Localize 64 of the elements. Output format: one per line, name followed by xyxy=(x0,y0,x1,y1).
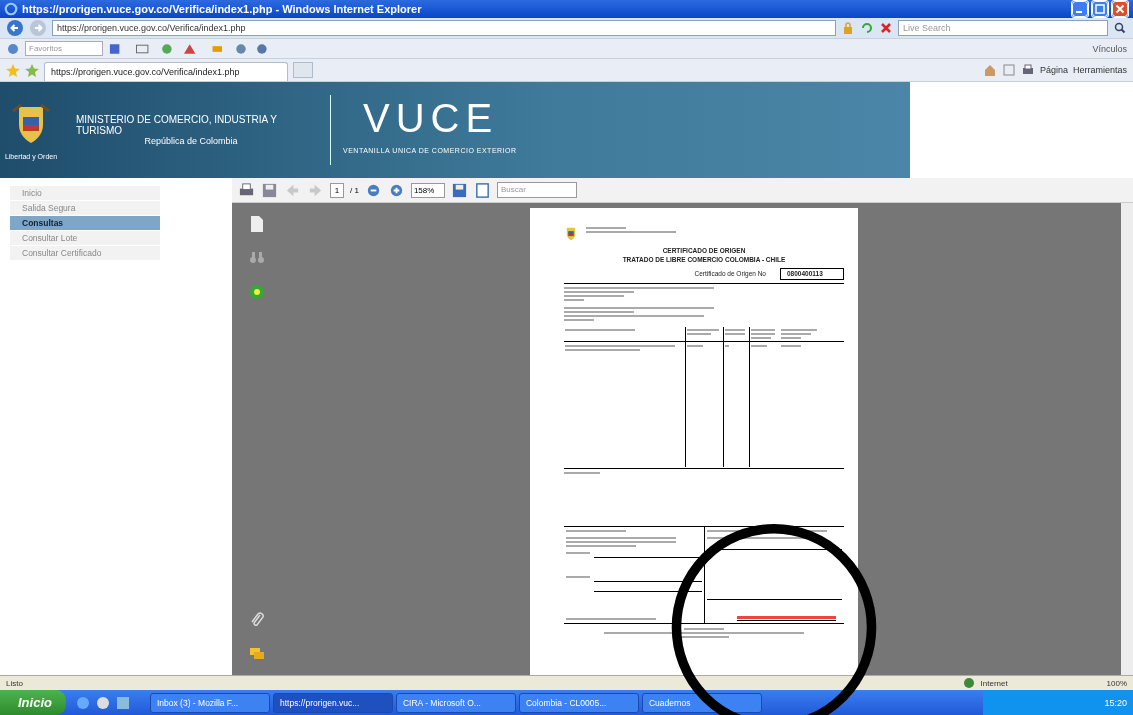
illegible-text-lines xyxy=(751,344,767,348)
toolbar-search-field[interactable]: Favoritos xyxy=(25,41,103,56)
status-text: Listo xyxy=(6,678,23,688)
taskbar-button[interactable]: Colombia - CL0005... xyxy=(518,692,639,713)
clock: 15:20 xyxy=(1104,697,1127,708)
command-menu[interactable]: Herramientas xyxy=(1072,65,1127,75)
sidebar-item[interactable]: Consultas xyxy=(10,216,160,230)
ministry-name: MINISTERIO DE COMERCIO, INDUSTRIA Y TURISMO xyxy=(76,114,278,136)
illegible-text-lines xyxy=(566,551,590,555)
illegible-text-lines xyxy=(725,328,745,336)
fit-page-icon[interactable] xyxy=(473,181,491,199)
zone-text: Internet xyxy=(980,678,1009,688)
page-count: / 1 xyxy=(350,185,359,195)
illegible-text-lines xyxy=(725,344,729,348)
globe-icon xyxy=(962,677,975,689)
window-title: https://prorigen.vuce.gov.co/Verifica/index1.php - Windows Internet Explorer xyxy=(22,3,423,15)
page-icon[interactable] xyxy=(249,215,265,233)
links-label[interactable]: Vínculos xyxy=(1092,43,1127,54)
page-number-field[interactable]: 1 xyxy=(330,182,344,198)
illegible-text-lines xyxy=(751,328,775,340)
start-button[interactable]: Inicio xyxy=(0,690,66,715)
coat-of-arms-icon xyxy=(564,226,578,242)
illegible-text-lines xyxy=(687,328,719,336)
country-name: República de Colombia xyxy=(144,136,238,146)
stop-icon[interactable] xyxy=(879,21,893,35)
taskbar-button[interactable]: Inbox (3) - Mozilla F... xyxy=(149,692,270,713)
illegible-text-lines xyxy=(781,344,801,348)
floppy-icon[interactable] xyxy=(450,181,468,199)
scrollbar[interactable] xyxy=(1121,203,1133,675)
browser-tab[interactable]: https://prorigen.vuce.gov.co/Verifica/index1.php xyxy=(44,62,288,81)
illegible-text-lines xyxy=(564,471,600,475)
toolbar-logo-icon[interactable] xyxy=(6,41,20,56)
taskbar-button[interactable]: CIRA - Microsoft O... xyxy=(395,692,516,713)
sidebar-item[interactable]: Salida Segura xyxy=(10,201,160,215)
illegible-text-lines xyxy=(781,328,817,340)
print-icon[interactable] xyxy=(1020,63,1035,77)
find-field[interactable]: Buscar xyxy=(496,182,577,198)
illegible-text-lines xyxy=(687,344,703,348)
refresh-icon[interactable] xyxy=(860,21,874,35)
search-icon[interactable] xyxy=(1113,21,1127,35)
close-icon[interactable] xyxy=(1111,0,1129,18)
illegible-text-lines xyxy=(566,575,590,579)
lock-icon xyxy=(841,21,855,35)
illegible-text-lines xyxy=(565,328,635,332)
save-icon[interactable] xyxy=(261,181,278,199)
browser-icon xyxy=(4,2,18,16)
illegible-text-lines xyxy=(566,529,626,533)
taskbar-button[interactable]: https://prorigen.vuc... xyxy=(272,692,393,713)
address-field[interactable]: https://prorigen.vuce.gov.co/Verifica/index1.php xyxy=(52,20,836,36)
zoom-level[interactable]: 100% xyxy=(1106,678,1127,688)
minimize-icon[interactable] xyxy=(1071,0,1089,18)
search-field[interactable]: Live Search xyxy=(898,20,1108,36)
sidebar-item[interactable]: Consultar Certificado xyxy=(10,246,160,260)
home-icon[interactable] xyxy=(982,63,997,77)
zoom-field[interactable]: 158% xyxy=(410,182,445,198)
maximize-icon[interactable] xyxy=(1091,0,1109,18)
vuce-logo: VUCE xyxy=(362,95,500,141)
command-menu[interactable]: Página xyxy=(1039,65,1068,75)
help-icon[interactable] xyxy=(249,283,265,301)
star-icon[interactable] xyxy=(6,63,20,77)
sidebar-item[interactable]: Inicio xyxy=(10,186,160,200)
add-favorite-icon[interactable] xyxy=(25,63,39,77)
paperclip-icon[interactable] xyxy=(249,611,265,629)
sidebar-item[interactable]: Consultar Lote xyxy=(10,231,160,245)
